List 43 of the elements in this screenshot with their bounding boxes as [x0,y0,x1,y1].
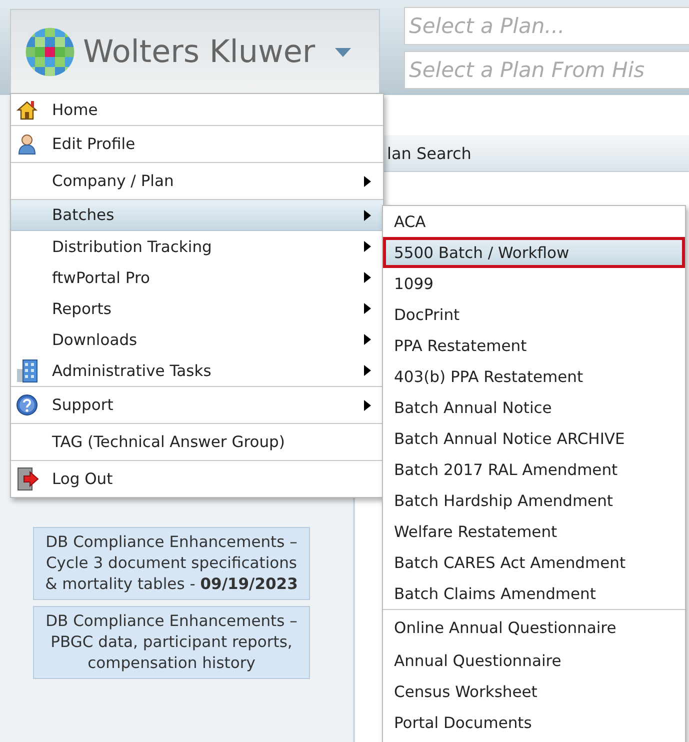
submenu-item[interactable]: 1099 [383,268,685,299]
menu-item[interactable]: Support [11,386,383,423]
submenu-item[interactable]: Census Worksheet [383,676,685,707]
news-text: DB Compliance Enhancements – Cycle 3 document specifications & mortality tables - 09/19/2023 [45,533,298,593]
menu-item[interactable]: Reports [11,293,383,324]
submenu-item[interactable]: PPA Restatement [383,330,685,361]
plan-field[interactable]: Select a Plan... [404,6,689,44]
submenu-item[interactable]: Annual Questionnaire [383,645,685,676]
help-icon [16,394,38,416]
menu-item[interactable]: Batches [11,199,383,231]
submenu-item[interactable]: DocPrint [383,299,685,330]
submenu-item[interactable]: Batch 2017 RAL Amendment [383,454,685,485]
submenu-item[interactable]: 403(b) PPA Restatement [383,361,685,392]
user-icon [16,133,38,155]
logo-text: Wolters Kluwer [83,34,316,70]
plan-field[interactable]: Select a Plan From His [404,50,689,88]
submenu-item[interactable]: ACA [383,206,685,237]
logo-button[interactable]: Wolters Kluwer [10,8,380,94]
submenu-item[interactable]: Batch Annual Notice [383,392,685,423]
house-icon [16,98,38,120]
logo-icon [25,27,75,77]
submenu-item[interactable]: Portal Documents [383,707,685,738]
building-icon [16,358,38,382]
submenu-item[interactable]: Batch Annual Notice ARCHIVE [383,423,685,454]
news-card[interactable]: DB Compliance Enhancements – Cycle 3 document specifications & mortality tables - 09/19/2023 [33,527,310,600]
caret-icon [335,48,352,56]
submenu-item[interactable]: Batch CARES Act Amendment [383,547,685,578]
submenu-item[interactable]: 5500 Batch / Workflow [383,237,685,268]
menu-item[interactable]: Log Out [11,460,383,497]
logout-icon [16,467,40,491]
submenu-item[interactable]: Batch Claims Amendment [383,578,685,609]
submenu-item[interactable]: Batch Hardship Amendment [383,485,685,516]
menu-item[interactable]: Administrative Tasks [11,355,383,386]
plan-search-tab[interactable]: lan Search [387,144,472,162]
submenu-item[interactable]: Welfare Restatement [383,516,685,547]
menu-item[interactable]: Home [11,94,383,125]
menu-item[interactable]: Downloads [11,324,383,355]
submenu-item[interactable]: Online Annual Questionnaire [383,609,685,645]
menu-item[interactable]: Distribution Tracking [11,231,383,262]
news-card[interactable]: DB Compliance Enhancements – PBGC data, participant reports, compensation history [33,606,310,679]
news-text: DB Compliance Enhancements – PBGC data, participant reports, compensation history [46,612,298,672]
menu-item[interactable]: ftwPortal Pro [11,262,383,293]
menu-item[interactable]: Edit Profile [11,125,383,162]
